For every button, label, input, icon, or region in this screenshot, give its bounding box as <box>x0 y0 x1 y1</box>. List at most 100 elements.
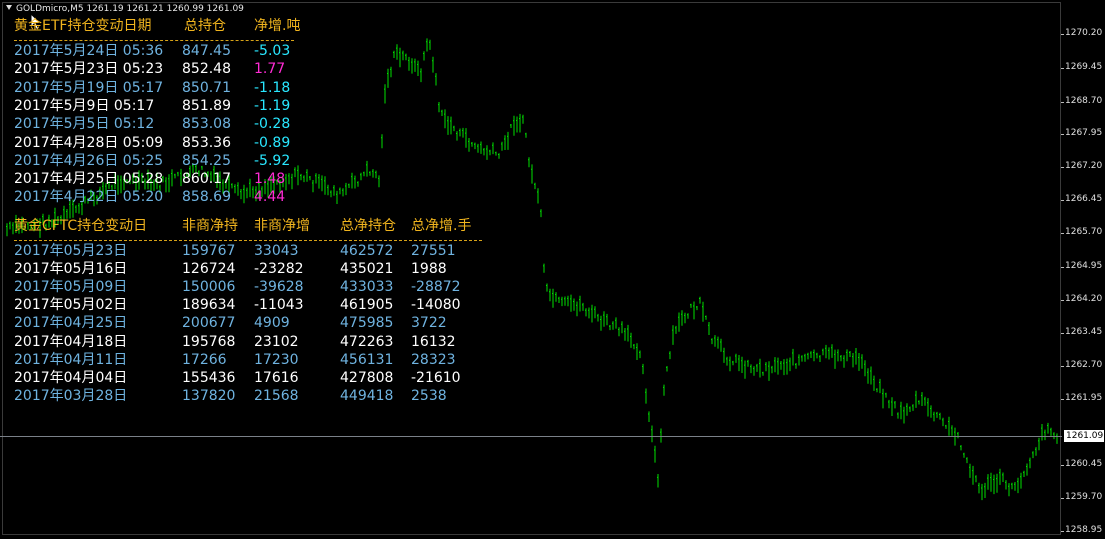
cftc-date: 2017年04月25日 <box>14 315 128 332</box>
price-tick-label: 1259.70 <box>1060 492 1103 502</box>
cftc-total-change: 16132 <box>411 333 456 350</box>
cftc-noncomm-net: 126724 <box>182 261 236 278</box>
etf-row: 2017年4月28日 05:09 853.36 -0.89 <box>14 134 314 152</box>
etf-row: 2017年5月5日 05:12 853.08 -0.28 <box>14 115 314 133</box>
cftc-noncomm-net: 150006 <box>182 279 236 296</box>
etf-total: 858.69 <box>182 189 231 206</box>
cftc-total-net: 475985 <box>340 315 394 332</box>
price-tick-label: 1269.45 <box>1060 62 1103 72</box>
cftc-row: 2017年05月23日 159767 33043 462572 27551 <box>14 242 494 260</box>
price-tick-label: 1263.45 <box>1060 327 1103 337</box>
cftc-total-net: 472263 <box>340 333 394 350</box>
cftc-total-change: 3722 <box>411 315 447 332</box>
price-tick-label: 1265.70 <box>1060 227 1103 237</box>
current-price-label: 1261.09 <box>1064 430 1104 442</box>
cftc-noncomm-change: 23102 <box>254 333 299 350</box>
etf-change: -0.28 <box>254 116 291 133</box>
cftc-noncomm-net: 195768 <box>182 333 236 350</box>
cftc-date: 2017年03月28日 <box>14 387 128 404</box>
price-tick-label: 1264.20 <box>1060 294 1103 304</box>
cftc-total-net: 433033 <box>340 279 394 296</box>
etf-total: 853.36 <box>182 134 231 151</box>
cftc-noncomm-change: -23282 <box>254 261 304 278</box>
etf-date: 2017年5月19日 05:17 <box>14 79 164 96</box>
etf-header-divider <box>14 40 294 41</box>
cftc-noncomm-net: 159767 <box>182 243 236 259</box>
cftc-row: 2017年04月25日 200677 4909 475985 3722 <box>14 314 494 332</box>
cftc-row: 2017年03月28日 137820 21568 449418 2538 <box>14 387 494 405</box>
etf-header-date: 黄金ETF持仓变动日期 <box>14 18 152 34</box>
etf-total: 852.48 <box>182 61 231 78</box>
cftc-total-change: 28323 <box>411 351 456 368</box>
cftc-total-change: 2538 <box>411 387 447 404</box>
etf-row: 2017年4月26日 05:25 854.25 -5.92 <box>14 152 314 170</box>
etf-date: 2017年4月25日 05:28 <box>14 171 164 188</box>
etf-total: 847.45 <box>182 43 231 59</box>
price-tick-label: 1262.70 <box>1060 360 1103 370</box>
cftc-total-net: 461905 <box>340 297 394 314</box>
etf-total: 851.89 <box>182 97 231 114</box>
price-axis[interactable]: 1270.20 1269.45 1268.70 1267.95 1267.20 1266.… <box>1060 0 1105 539</box>
etf-change: -1.19 <box>254 97 291 114</box>
etf-change: -0.89 <box>254 134 291 151</box>
cftc-row: 2017年05月16日 126724 -23282 435021 1988 <box>14 260 494 278</box>
price-chart[interactable]: 1270.20 1269.45 1268.70 1267.95 1267.20 1266.… <box>0 0 1105 539</box>
etf-header-change: 净增.吨 <box>254 18 301 34</box>
current-price-line <box>0 436 1062 437</box>
etf-header-total: 总持仓 <box>184 18 226 34</box>
cftc-row: 2017年05月02日 189634 -11043 461905 -14080 <box>14 296 494 314</box>
cftc-header-divider <box>14 240 482 241</box>
cftc-header-noncomm-change: 非商净增 <box>254 218 310 234</box>
cftc-header-row: 黄金CFTC持仓变动日 非商净持 非商净增 总净持仓 总净增.手 <box>14 217 494 235</box>
cftc-header-total-net: 总净持仓 <box>340 218 396 234</box>
etf-row: 2017年4月22日 05:20 858.69 4.44 <box>14 188 314 206</box>
price-tick-label: 1264.95 <box>1060 261 1103 271</box>
cftc-row: 2017年05月09日 150006 -39628 433033 -28872 <box>14 278 494 296</box>
cftc-noncomm-net: 137820 <box>182 387 236 404</box>
price-tick-label: 1267.95 <box>1060 128 1103 138</box>
cftc-noncomm-net: 17266 <box>182 351 227 368</box>
cftc-noncomm-net: 200677 <box>182 315 236 332</box>
etf-row: 2017年4月25日 05:28 860.17 1.48 <box>14 170 314 188</box>
etf-row: 2017年5月19日 05:17 850.71 -1.18 <box>14 79 314 97</box>
etf-date: 2017年5月23日 05:23 <box>14 61 164 78</box>
cftc-total-change: -14080 <box>411 297 461 314</box>
cftc-date: 2017年05月02日 <box>14 297 128 314</box>
etf-total: 860.17 <box>182 171 231 188</box>
etf-row: 2017年5月9日 05:17 851.89 -1.19 <box>14 97 314 115</box>
cftc-date: 2017年04月11日 <box>14 351 128 368</box>
etf-total: 850.71 <box>182 79 231 96</box>
cftc-total-net: 462572 <box>340 243 394 259</box>
symbol-quote-line: GOLDmicro,M5 1261.19 1261.21 1260.99 126… <box>16 4 244 14</box>
etf-total: 853.08 <box>182 116 231 133</box>
etf-change: -1.18 <box>254 79 291 96</box>
cftc-row: 2017年04月18日 195768 23102 472263 16132 <box>14 333 494 351</box>
etf-row: 2017年5月24日 05:36 847.45 -5.03 <box>14 42 314 60</box>
etf-date: 2017年4月26日 05:25 <box>14 152 164 169</box>
cftc-noncomm-change: 4909 <box>254 315 290 332</box>
etf-change: -5.92 <box>254 152 291 169</box>
cftc-noncomm-change: 17230 <box>254 351 299 368</box>
cftc-header-total-change: 总净增.手 <box>411 218 472 234</box>
etf-change: -5.03 <box>254 43 291 59</box>
price-tick-label: 1266.45 <box>1060 194 1103 204</box>
cftc-noncomm-change: -39628 <box>254 279 304 296</box>
chart-menu-caret-icon[interactable] <box>6 5 12 10</box>
cftc-row: 2017年04月11日 17266 17230 456131 28323 <box>14 351 494 369</box>
etf-date: 2017年4月22日 05:20 <box>14 189 164 206</box>
cftc-total-net: 449418 <box>340 387 394 404</box>
price-tick-label: 1261.95 <box>1060 393 1103 403</box>
cftc-total-change: -21610 <box>411 369 461 386</box>
price-tick-label: 1260.45 <box>1060 459 1103 469</box>
cftc-noncomm-change: 21568 <box>254 387 299 404</box>
price-tick-label: 1267.20 <box>1060 161 1103 171</box>
etf-total: 854.25 <box>182 152 231 169</box>
cftc-total-change: -28872 <box>411 279 461 296</box>
cftc-total-change: 1988 <box>411 261 447 278</box>
etf-change: 4.44 <box>254 189 286 206</box>
cftc-noncomm-change: 17616 <box>254 369 299 386</box>
cftc-noncomm-net: 189634 <box>182 297 236 314</box>
etf-date: 2017年4月28日 05:09 <box>14 134 164 151</box>
cftc-header-date: 黄金CFTC持仓变动日 <box>14 218 148 234</box>
cftc-date: 2017年04月18日 <box>14 333 128 350</box>
